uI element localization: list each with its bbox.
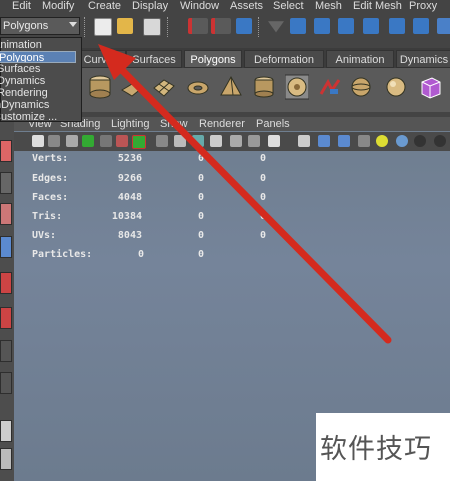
- dropdown-item-customize[interactable]: Customize ...: [0, 111, 71, 123]
- dropdown-item-ndynamics[interactable]: nDynamics: [0, 99, 73, 111]
- dropdown-item-surfaces[interactable]: Surfaces: [0, 63, 75, 75]
- dropdown-item-polygons[interactable]: Polygons: [0, 51, 76, 63]
- dropdown-item-animation[interactable]: Animation: [0, 39, 71, 51]
- watermark-text: 软件技巧: [320, 434, 432, 465]
- dropdown-item-rendering[interactable]: Rendering: [0, 87, 75, 99]
- dropdown-item-dynamics[interactable]: Dynamics: [0, 75, 75, 87]
- menuset-dropdown: Animation Polygons Surfaces Dynamics Ren…: [0, 37, 82, 123]
